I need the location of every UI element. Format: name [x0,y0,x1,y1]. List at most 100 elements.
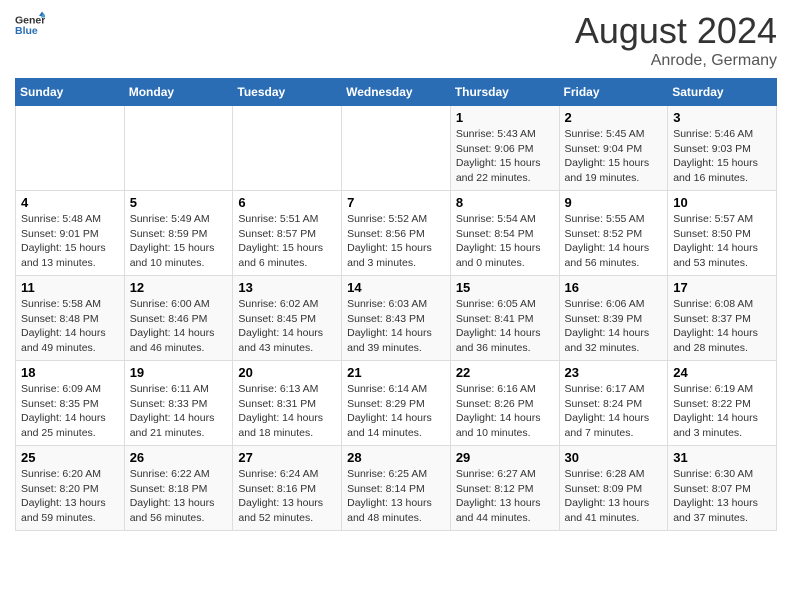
calendar-cell: 24 Sunrise: 6:19 AM Sunset: 8:22 PM Dayli… [668,361,777,446]
calendar-week-row: 1 Sunrise: 5:43 AM Sunset: 9:06 PM Daylig… [16,106,777,191]
day-info: Sunrise: 6:09 AM Sunset: 8:35 PM Dayligh… [21,382,119,441]
calendar-cell: 18 Sunrise: 6:09 AM Sunset: 8:35 PM Dayli… [16,361,125,446]
svg-text:Blue: Blue [15,25,38,37]
day-number: 4 [21,195,119,210]
day-info: Sunrise: 6:00 AM Sunset: 8:46 PM Dayligh… [130,297,228,356]
day-number: 22 [456,365,554,380]
weekday-header-friday: Friday [559,79,668,106]
calendar-cell: 16 Sunrise: 6:06 AM Sunset: 8:39 PM Dayli… [559,276,668,361]
calendar-week-row: 11 Sunrise: 5:58 AM Sunset: 8:48 PM Dayli… [16,276,777,361]
day-info: Sunrise: 6:20 AM Sunset: 8:20 PM Dayligh… [21,467,119,526]
day-info: Sunrise: 6:17 AM Sunset: 8:24 PM Dayligh… [565,382,663,441]
calendar-week-row: 25 Sunrise: 6:20 AM Sunset: 8:20 PM Dayli… [16,446,777,531]
calendar-cell [124,106,233,191]
day-info: Sunrise: 5:57 AM Sunset: 8:50 PM Dayligh… [673,212,771,271]
day-number: 19 [130,365,228,380]
calendar-cell: 14Sunrise: 6:03 AM Sunset: 8:43 PM Dayli… [342,276,451,361]
day-number: 29 [456,450,554,465]
calendar-cell: 8 Sunrise: 5:54 AM Sunset: 8:54 PM Daylig… [450,191,559,276]
day-info: Sunrise: 5:46 AM Sunset: 9:03 PM Dayligh… [673,127,771,186]
calendar-cell: 28 Sunrise: 6:25 AM Sunset: 8:14 PM Dayli… [342,446,451,531]
day-number: 9 [565,195,663,210]
calendar-cell: 29 Sunrise: 6:27 AM Sunset: 8:12 PM Dayli… [450,446,559,531]
day-number: 13 [238,280,336,295]
day-info: Sunrise: 6:30 AM Sunset: 8:07 PM Dayligh… [673,467,771,526]
day-number: 7 [347,195,445,210]
day-number: 14 [347,280,445,295]
calendar-cell: 20 Sunrise: 6:13 AM Sunset: 8:31 PM Dayli… [233,361,342,446]
day-number: 10 [673,195,771,210]
day-number: 12 [130,280,228,295]
header: General Blue August 2024 Anrode, Germany [15,10,777,70]
day-info: Sunrise: 5:55 AM Sunset: 8:52 PM Dayligh… [565,212,663,271]
day-number: 16 [565,280,663,295]
weekday-header-thursday: Thursday [450,79,559,106]
day-info: Sunrise: 6:05 AM Sunset: 8:41 PM Dayligh… [456,297,554,356]
title-area: August 2024 Anrode, Germany [575,10,777,70]
location: Anrode, Germany [575,52,777,70]
weekday-header-wednesday: Wednesday [342,79,451,106]
day-info: Sunrise: 6:14 AM Sunset: 8:29 PM Dayligh… [347,382,445,441]
day-info: Sunrise: 6:06 AM Sunset: 8:39 PM Dayligh… [565,297,663,356]
day-info: Sunrise: 6:28 AM Sunset: 8:09 PM Dayligh… [565,467,663,526]
calendar-cell: 5 Sunrise: 5:49 AM Sunset: 8:59 PM Daylig… [124,191,233,276]
calendar-cell: 22 Sunrise: 6:16 AM Sunset: 8:26 PM Dayli… [450,361,559,446]
calendar-cell: 9 Sunrise: 5:55 AM Sunset: 8:52 PM Daylig… [559,191,668,276]
day-info: Sunrise: 5:49 AM Sunset: 8:59 PM Dayligh… [130,212,228,271]
calendar-cell [233,106,342,191]
day-number: 27 [238,450,336,465]
day-info: Sunrise: 5:48 AM Sunset: 9:01 PM Dayligh… [21,212,119,271]
calendar-cell: 21 Sunrise: 6:14 AM Sunset: 8:29 PM Dayli… [342,361,451,446]
calendar-cell: 17Sunrise: 6:08 AM Sunset: 8:37 PM Dayli… [668,276,777,361]
calendar-cell: 10 Sunrise: 5:57 AM Sunset: 8:50 PM Dayli… [668,191,777,276]
day-number: 11 [21,280,119,295]
calendar-cell: 19 Sunrise: 6:11 AM Sunset: 8:33 PM Dayli… [124,361,233,446]
calendar-body: 1 Sunrise: 5:43 AM Sunset: 9:06 PM Daylig… [16,106,777,531]
day-number: 8 [456,195,554,210]
day-number: 21 [347,365,445,380]
day-info: Sunrise: 6:08 AM Sunset: 8:37 PM Dayligh… [673,297,771,356]
day-info: Sunrise: 5:58 AM Sunset: 8:48 PM Dayligh… [21,297,119,356]
calendar-cell: 31 Sunrise: 6:30 AM Sunset: 8:07 PM Dayli… [668,446,777,531]
calendar-cell: 3 Sunrise: 5:46 AM Sunset: 9:03 PM Daylig… [668,106,777,191]
calendar-cell: 6Sunrise: 5:51 AM Sunset: 8:57 PM Daylig… [233,191,342,276]
calendar-cell: 7 Sunrise: 5:52 AM Sunset: 8:56 PM Daylig… [342,191,451,276]
day-number: 25 [21,450,119,465]
calendar-cell: 13 Sunrise: 6:02 AM Sunset: 8:45 PM Dayli… [233,276,342,361]
day-number: 5 [130,195,228,210]
weekday-header-saturday: Saturday [668,79,777,106]
day-number: 31 [673,450,771,465]
day-number: 2 [565,110,663,125]
day-number: 18 [21,365,119,380]
logo: General Blue [15,10,45,40]
weekday-header-row: SundayMondayTuesdayWednesdayThursdayFrid… [16,79,777,106]
weekday-header-monday: Monday [124,79,233,106]
day-info: Sunrise: 5:54 AM Sunset: 8:54 PM Dayligh… [456,212,554,271]
weekday-header-sunday: Sunday [16,79,125,106]
calendar-table: SundayMondayTuesdayWednesdayThursdayFrid… [15,78,777,531]
day-number: 15 [456,280,554,295]
day-info: Sunrise: 6:27 AM Sunset: 8:12 PM Dayligh… [456,467,554,526]
day-number: 30 [565,450,663,465]
day-number: 20 [238,365,336,380]
day-info: Sunrise: 5:43 AM Sunset: 9:06 PM Dayligh… [456,127,554,186]
day-number: 1 [456,110,554,125]
day-info: Sunrise: 6:25 AM Sunset: 8:14 PM Dayligh… [347,467,445,526]
calendar-cell: 11 Sunrise: 5:58 AM Sunset: 8:48 PM Dayli… [16,276,125,361]
day-info: Sunrise: 6:19 AM Sunset: 8:22 PM Dayligh… [673,382,771,441]
day-info: Sunrise: 5:52 AM Sunset: 8:56 PM Dayligh… [347,212,445,271]
day-info: Sunrise: 5:51 AM Sunset: 8:57 PM Dayligh… [238,212,336,271]
day-number: 24 [673,365,771,380]
day-number: 28 [347,450,445,465]
day-info: Sunrise: 6:22 AM Sunset: 8:18 PM Dayligh… [130,467,228,526]
calendar-cell [16,106,125,191]
day-number: 3 [673,110,771,125]
day-info: Sunrise: 6:02 AM Sunset: 8:45 PM Dayligh… [238,297,336,356]
day-info: Sunrise: 6:11 AM Sunset: 8:33 PM Dayligh… [130,382,228,441]
calendar-cell: 2Sunrise: 5:45 AM Sunset: 9:04 PM Daylig… [559,106,668,191]
calendar-cell: 30 Sunrise: 6:28 AM Sunset: 8:09 PM Dayli… [559,446,668,531]
calendar-cell: 23Sunrise: 6:17 AM Sunset: 8:24 PM Dayli… [559,361,668,446]
day-info: Sunrise: 6:13 AM Sunset: 8:31 PM Dayligh… [238,382,336,441]
day-info: Sunrise: 6:16 AM Sunset: 8:26 PM Dayligh… [456,382,554,441]
calendar-cell: 4 Sunrise: 5:48 AM Sunset: 9:01 PM Daylig… [16,191,125,276]
